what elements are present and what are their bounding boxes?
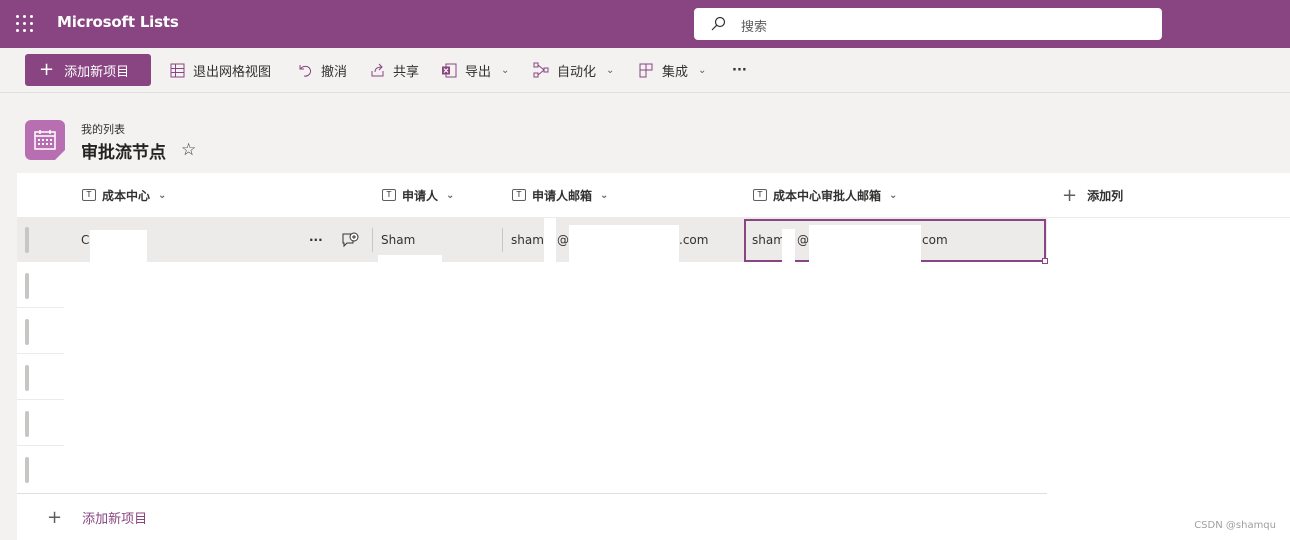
cell-divider [372,228,373,252]
plus-icon: + [1062,184,1078,206]
exit-grid-view-label: 退出网格视图 [193,64,272,80]
integrate-label: 集成 [662,64,689,80]
column-label: 申请人 [402,188,439,203]
column-label: 成本中心审批人邮箱 [773,188,882,203]
empty-row[interactable] [17,354,64,400]
export-label: 导出 [465,64,492,80]
row-selector[interactable] [25,319,29,345]
text-type-icon: T [512,189,526,201]
add-new-item-footer-button[interactable]: + 添加新项目 [47,507,147,528]
plus-icon: + [39,59,55,80]
automate-button[interactable]: 自动化 ⌄ [533,54,614,86]
integrate-icon [639,63,653,77]
search-icon [711,16,726,31]
column-label: 申请人邮箱 [532,188,593,203]
text-type-icon: T [753,189,767,201]
empty-row[interactable] [17,308,64,354]
page-title: 审批流节点 [81,143,166,163]
exit-grid-view-button[interactable]: 退出网格视图 [170,54,271,86]
empty-row[interactable] [17,400,64,446]
row-selector[interactable] [25,457,29,483]
undo-button[interactable]: 撤消 [298,54,347,86]
column-header-applicant-email[interactable]: T 申请人邮箱 ⌄ [512,173,608,217]
favorite-star-icon[interactable]: ☆ [181,140,196,160]
add-new-item-footer-label: 添加新项目 [82,512,148,527]
column-header-approver-email[interactable]: T 成本中心审批人邮箱 ⌄ [753,173,897,217]
empty-row[interactable] [17,446,64,493]
grid-divider [17,493,1047,494]
redacted-area [782,229,795,263]
more-options-button[interactable]: ··· [732,54,747,86]
share-button[interactable]: 共享 [370,54,419,86]
cell-applicant-email-at: @ [557,233,569,247]
cell-divider [502,228,503,252]
chevron-down-icon: ⌄ [600,189,609,201]
chevron-down-icon: ⌄ [158,189,167,201]
chevron-down-icon: ⌄ [889,189,898,201]
column-label: 成本中心 [102,188,151,203]
share-icon [371,63,384,76]
list-grid: T 成本中心 ⌄ T 申请人 ⌄ T 申请人邮箱 ⌄ T 成本中心审批人邮箱 ⌄… [17,173,1290,540]
plus-icon: + [47,507,63,528]
export-button[interactable]: 导出 ⌄ [441,54,509,86]
cell-cost-center[interactable]: C [81,218,89,262]
add-column-button[interactable]: + 添加列 [1062,173,1123,217]
chevron-down-icon: ⌄ [698,64,707,76]
search-placeholder: 搜索 [741,20,768,35]
command-bar: + 添加新项目 退出网格视图 撤消 共享 导出 ⌄ 自动化 ⌄ 集成 ⌄ ··· [0,48,1290,92]
list-header [0,92,1290,172]
row-selector[interactable] [25,365,29,391]
more-icon: ··· [732,62,747,78]
cell-applicant-email-suffix: .com [679,233,709,247]
column-header-cost-center[interactable]: T 成本中心 ⌄ [82,173,166,217]
app-launcher-icon[interactable] [16,15,34,33]
chevron-down-icon: ⌄ [606,64,615,76]
redacted-area [809,225,921,263]
grid-icon [170,63,185,77]
automate-icon [533,62,549,78]
redacted-area [378,255,442,267]
automate-label: 自动化 [557,64,597,80]
redacted-area [90,230,147,264]
fill-handle[interactable] [1042,258,1048,264]
chevron-down-icon: ⌄ [501,64,510,76]
row-selector[interactable] [25,411,29,437]
app-title[interactable]: Microsoft Lists [57,13,179,31]
add-column-label: 添加列 [1087,188,1124,203]
column-header-applicant[interactable]: T 申请人 ⌄ [382,173,454,217]
empty-row[interactable] [17,262,64,308]
share-label: 共享 [393,64,420,80]
redacted-area [544,218,556,498]
add-new-item-label: 添加新项目 [64,64,130,80]
undo-icon [299,64,311,77]
row-selector[interactable] [25,273,29,299]
cell-applicant-email-prefix[interactable]: sham. [511,218,548,262]
text-type-icon: T [382,189,396,201]
row-more-icon[interactable]: ··· [309,218,323,262]
search-box[interactable]: 搜索 [694,8,1162,40]
row-selector[interactable] [25,227,29,253]
undo-label: 撤消 [321,64,348,80]
watermark: CSDN @shamqu [1194,520,1276,531]
redacted-area [569,225,679,265]
integrate-button[interactable]: 集成 ⌄ [639,54,706,86]
chevron-down-icon: ⌄ [446,189,455,201]
text-type-icon: T [82,189,96,201]
app-header: Microsoft Lists 搜索 [0,0,1290,48]
breadcrumb[interactable]: 我的列表 [81,121,125,137]
add-comment-icon[interactable] [341,232,359,249]
list-calendar-icon [25,120,65,160]
excel-icon [442,63,457,77]
add-new-item-button[interactable]: + 添加新项目 [25,54,151,86]
